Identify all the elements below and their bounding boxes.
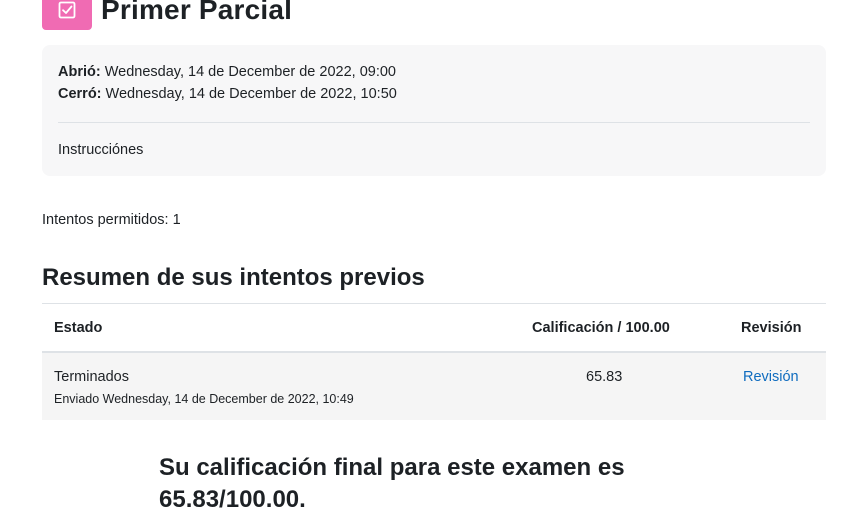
column-header-grade: Calificación / 100.00 [532, 320, 670, 336]
column-header-state: Estado [54, 320, 103, 336]
instructions-text: Instrucciónes [58, 142, 144, 158]
quiz-checkbox-icon [42, 0, 92, 30]
attempt-state: Terminados [54, 369, 129, 385]
attempts-table: Estado Calificación / 100.00 Revisión Te… [42, 303, 826, 420]
attempt-submitted-date: Enviado Wednesday, 14 de December de 202… [54, 392, 354, 406]
opened-value: Wednesday, 14 de December de 2022, 09:00 [104, 64, 396, 80]
opened-label: Abrió: [58, 64, 101, 80]
closed-label: Cerró: [58, 86, 102, 102]
closed-value: Wednesday, 14 de December de 2022, 10:50 [105, 86, 397, 102]
page-header: Primer Parcial [42, 0, 292, 30]
opened-date: Abrió: Wednesday, 14 de December de 2022… [58, 64, 396, 80]
final-grade-text: Su calificación final para este examen e… [159, 454, 625, 513]
quiz-page: Primer Parcial Abrió: Wednesday, 14 de D… [0, 0, 853, 519]
divider [58, 122, 810, 123]
attempt-grade: 65.83 [586, 369, 623, 385]
closed-date: Cerró: Wednesday, 14 de December de 2022… [58, 86, 397, 102]
activity-dates-panel: Abrió: Wednesday, 14 de December de 2022… [42, 45, 826, 176]
page-title: Primer Parcial [101, 0, 293, 25]
column-header-review: Revisión [741, 320, 802, 336]
table-row: Terminados Enviado Wednesday, 14 de Dece… [42, 353, 826, 420]
attempts-allowed: Intentos permitidos: 1 [42, 212, 181, 228]
review-link[interactable]: Revisión [743, 369, 799, 385]
summary-heading: Resumen de sus intentos previos [42, 264, 425, 291]
